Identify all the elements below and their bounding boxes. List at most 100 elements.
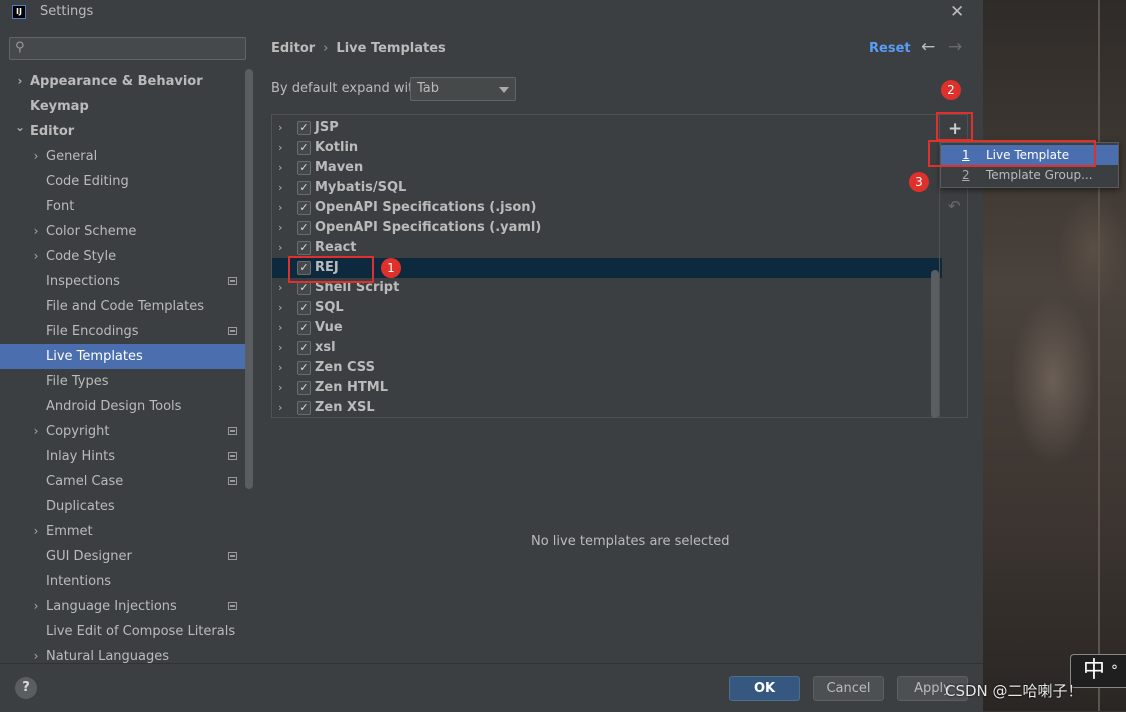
sidebar-item-editor[interactable]: ⌄ Editor <box>0 119 245 144</box>
sidebar-item-android-design-tools[interactable]: Android Design Tools <box>0 394 245 419</box>
template-group-xsl[interactable]: › ✓ xsl <box>272 338 942 358</box>
chevron-right-icon[interactable]: › <box>30 219 42 244</box>
chevron-right-icon[interactable]: › <box>278 298 282 318</box>
sidebar-item-appearance-behavior[interactable]: › Appearance & Behavior <box>0 69 245 94</box>
sidebar-item-label: Live Templates <box>46 349 143 364</box>
template-group-mybatis-sql[interactable]: › ✓ Mybatis/SQL <box>272 178 942 198</box>
ime-dot: ° <box>1111 663 1119 679</box>
group-checkbox[interactable]: ✓ <box>297 161 311 175</box>
sidebar-item-code-style[interactable]: › Code Style <box>0 244 245 269</box>
settings-tree: › Appearance & Behavior Keymap ⌄ Editor › Gene… <box>0 69 245 663</box>
group-checkbox[interactable]: ✓ <box>297 361 311 375</box>
chevron-right-icon[interactable]: › <box>278 198 282 218</box>
sidebar-item-label: Color Scheme <box>46 224 137 239</box>
sidebar-item-intentions[interactable]: Intentions <box>0 569 245 594</box>
group-checkbox[interactable]: ✓ <box>297 181 311 195</box>
help-icon[interactable]: ? <box>15 677 37 699</box>
sidebar-item-camel-case[interactable]: Camel Case <box>0 469 245 494</box>
group-checkbox[interactable]: ✓ <box>297 121 311 135</box>
sidebar-scrollbar[interactable] <box>245 69 253 489</box>
reset-link[interactable]: Reset <box>869 41 911 56</box>
cancel-button[interactable]: Cancel <box>813 676 884 701</box>
ime-char: 中 <box>1083 658 1106 683</box>
template-group-name: SQL <box>315 300 344 315</box>
chevron-right-icon[interactable]: › <box>30 644 42 663</box>
group-checkbox[interactable]: ✓ <box>297 281 311 295</box>
sidebar-item-live-edit-of-compose-literals[interactable]: Live Edit of Compose Literals <box>0 619 245 644</box>
sidebar-item-copyright[interactable]: › Copyright <box>0 419 245 444</box>
chevron-right-icon[interactable]: › <box>30 419 42 444</box>
chevron-right-icon[interactable]: › <box>30 244 42 269</box>
sidebar-item-file-types[interactable]: File Types <box>0 369 245 394</box>
chevron-right-icon[interactable]: › <box>278 278 282 298</box>
group-checkbox[interactable]: ✓ <box>297 301 311 315</box>
template-group-jsp[interactable]: › ✓ JSP <box>272 118 942 138</box>
chevron-right-icon[interactable]: › <box>30 144 42 169</box>
group-checkbox[interactable]: ✓ <box>297 241 311 255</box>
background-photo <box>983 0 1126 711</box>
sidebar-item-language-injections[interactable]: › Language Injections <box>0 594 245 619</box>
template-group-name: Maven <box>315 160 364 175</box>
chevron-right-icon[interactable]: › <box>278 378 282 398</box>
group-checkbox[interactable]: ✓ <box>297 321 311 335</box>
ok-button[interactable]: OK <box>729 676 800 701</box>
sidebar-item-emmet[interactable]: › Emmet <box>0 519 245 544</box>
chevron-right-icon[interactable]: › <box>30 594 42 619</box>
undo-icon[interactable]: ↶ <box>948 197 961 215</box>
sidebar-item-code-editing[interactable]: Code Editing <box>0 169 245 194</box>
sidebar-item-keymap[interactable]: Keymap <box>0 94 245 119</box>
sidebar-item-general[interactable]: › General <box>0 144 245 169</box>
chevron-down-icon[interactable]: ⌄ <box>14 115 26 140</box>
chevron-right-icon[interactable]: › <box>278 398 282 418</box>
template-group-zen-css[interactable]: › ✓ Zen CSS <box>272 358 942 378</box>
sidebar-item-color-scheme[interactable]: › Color Scheme <box>0 219 245 244</box>
chevron-right-icon[interactable]: › <box>14 69 26 94</box>
forward-arrow-icon[interactable]: → <box>948 37 962 57</box>
template-group-maven[interactable]: › ✓ Maven <box>272 158 942 178</box>
sidebar-item-live-templates[interactable]: Live Templates <box>0 344 245 369</box>
sidebar-item-natural-languages[interactable]: › Natural Languages <box>0 644 245 663</box>
template-list-scrollbar[interactable] <box>931 270 939 418</box>
settings-search-input[interactable] <box>32 40 246 59</box>
sidebar-item-inlay-hints[interactable]: Inlay Hints <box>0 444 245 469</box>
back-arrow-icon[interactable]: ← <box>921 37 935 57</box>
sidebar-item-font[interactable]: Font <box>0 194 245 219</box>
annotation-badge-2: 2 <box>941 80 961 100</box>
chevron-right-icon[interactable]: › <box>278 318 282 338</box>
template-group-sql[interactable]: › ✓ SQL <box>272 298 942 318</box>
sidebar-item-inspections[interactable]: Inspections <box>0 269 245 294</box>
template-group-openapi-specifications-json[interactable]: › ✓ OpenAPI Specifications (.json) <box>272 198 942 218</box>
chevron-right-icon[interactable]: › <box>278 158 282 178</box>
template-group-zen-html[interactable]: › ✓ Zen HTML <box>272 378 942 398</box>
chevron-right-icon[interactable]: › <box>278 218 282 238</box>
menu-item-template-group[interactable]: 2 Template Group... <box>941 165 1118 185</box>
group-checkbox[interactable]: ✓ <box>297 401 311 415</box>
chevron-right-icon[interactable]: › <box>278 138 282 158</box>
group-checkbox[interactable]: ✓ <box>297 381 311 395</box>
template-group-kotlin[interactable]: › ✓ Kotlin <box>272 138 942 158</box>
sidebar-item-file-encodings[interactable]: File Encodings <box>0 319 245 344</box>
template-group-react[interactable]: › ✓ React <box>272 238 942 258</box>
chevron-right-icon[interactable]: › <box>30 519 42 544</box>
template-group-vue[interactable]: › ✓ Vue <box>272 318 942 338</box>
group-checkbox[interactable]: ✓ <box>297 221 311 235</box>
settings-search-box[interactable]: ⚲ <box>9 37 246 60</box>
close-icon[interactable]: ✕ <box>950 2 964 22</box>
chevron-right-icon[interactable]: › <box>278 118 282 138</box>
template-group-name: Zen HTML <box>315 380 388 395</box>
chevron-right-icon[interactable]: › <box>278 238 282 258</box>
chevron-right-icon[interactable]: › <box>278 178 282 198</box>
chevron-right-icon[interactable]: › <box>278 338 282 358</box>
chevron-right-icon[interactable]: › <box>278 358 282 378</box>
group-checkbox[interactable]: ✓ <box>297 201 311 215</box>
sidebar-item-gui-designer[interactable]: GUI Designer <box>0 544 245 569</box>
window-title: Settings <box>40 4 94 19</box>
group-checkbox[interactable]: ✓ <box>297 341 311 355</box>
template-group-zen-xsl[interactable]: › ✓ Zen XSL <box>272 398 942 418</box>
template-group-openapi-specifications-yaml[interactable]: › ✓ OpenAPI Specifications (.yaml) <box>272 218 942 238</box>
sidebar-item-file-and-code-templates[interactable]: File and Code Templates <box>0 294 245 319</box>
breadcrumb-editor[interactable]: Editor <box>271 41 315 56</box>
group-checkbox[interactable]: ✓ <box>297 141 311 155</box>
sidebar-item-duplicates[interactable]: Duplicates <box>0 494 245 519</box>
expand-with-dropdown[interactable]: Tab <box>410 77 516 101</box>
